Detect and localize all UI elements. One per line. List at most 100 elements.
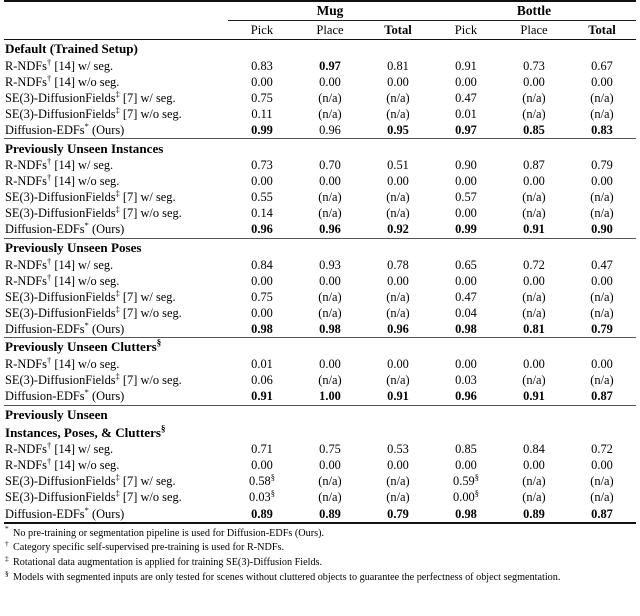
metric-cell: (n/a) xyxy=(568,90,636,106)
metric-value: 0.67 xyxy=(591,58,613,73)
metric-value: 0.75 xyxy=(251,90,273,105)
metric-cell: 0.89 xyxy=(228,506,296,523)
metric-cell: 0.00 xyxy=(296,74,364,90)
metric-value: 0.90 xyxy=(591,222,613,237)
method-suffix: [7] w/ seg. xyxy=(119,90,176,105)
metric-cell: (n/a) xyxy=(568,490,636,506)
metric-value: (n/a) xyxy=(386,490,410,505)
metric-value: 0.00 xyxy=(387,356,409,371)
metric-cell: 0.83 xyxy=(228,58,296,74)
metric-value: 0.75 xyxy=(319,442,341,457)
metric-value: 0.00 xyxy=(319,74,341,89)
metric-value: 0.47 xyxy=(455,90,477,105)
method-suffix: (Ours) xyxy=(88,123,125,138)
metric-value: 0.00 xyxy=(523,356,545,371)
metric-cell: 0.00 xyxy=(432,74,500,90)
metric-value: 0.99 xyxy=(251,123,273,138)
method-suffix: [7] w/ seg. xyxy=(119,289,176,304)
column-header-pick-3: Pick xyxy=(454,22,478,37)
metric-cell: 0.00 xyxy=(364,356,432,372)
metric-value: 0.00 xyxy=(523,273,545,288)
metric-cell: 0.96 xyxy=(296,122,364,139)
metric-cell: 0.72 xyxy=(500,257,568,273)
method-name: R-NDFs xyxy=(5,158,47,173)
table-row: R-NDFs† [14] w/ seg. 0.83 0.97 0.81 0.91 0.73… xyxy=(4,57,636,74)
metric-cell: 0.84 xyxy=(228,257,296,273)
metric-value: 0.00 xyxy=(523,174,545,189)
metric-value: 0.00 xyxy=(387,174,409,189)
method-suffix: [14] w/o seg. xyxy=(51,356,120,371)
metric-value: 0.00 xyxy=(455,356,477,371)
method-label: SE(3)-DiffusionFields‡ [7] w/o seg. xyxy=(4,304,228,321)
metric-value: 0.81 xyxy=(387,58,409,73)
method-name: Diffusion-EDFs xyxy=(5,321,85,336)
metric-cell: (n/a) xyxy=(500,106,568,122)
column-header-row: Pick Place Total Pick Place Total xyxy=(4,21,636,40)
metric-cell: 0.79 xyxy=(568,158,636,174)
metric-value: 0.96 xyxy=(319,222,341,237)
column-header-place-1: Place xyxy=(316,22,344,37)
table-row: SE(3)-DiffusionFields‡ [7] w/o seg. 0.11 (… xyxy=(4,106,636,122)
section-title: Previously Unseen Clutters§ xyxy=(4,338,636,356)
metric-cell: 0.00 xyxy=(228,458,296,474)
method-suffix: (Ours) xyxy=(88,321,125,336)
metric-value: (n/a) xyxy=(522,305,546,320)
section-title-text: Previously Unseen Instances xyxy=(5,140,164,156)
column-header-place-4: Place xyxy=(520,22,548,37)
metric-cell: (n/a) xyxy=(500,474,568,490)
metric-cell: 0.93 xyxy=(296,257,364,273)
metric-value: 0.78 xyxy=(387,257,409,272)
metric-value: 0.00 xyxy=(319,458,341,473)
method-suffix: [7] w/ seg. xyxy=(119,190,176,205)
metric-value: 0.79 xyxy=(591,321,613,336)
metric-cell: 0.75 xyxy=(228,90,296,106)
metric-value: (n/a) xyxy=(318,373,342,387)
metric-cell: 0.57 xyxy=(432,190,500,206)
metric-cell: 0.92 xyxy=(364,222,432,239)
method-name: Diffusion-EDFs xyxy=(5,222,85,237)
metric-cell: (n/a) xyxy=(364,106,432,122)
metric-value: (n/a) xyxy=(522,373,546,387)
metric-cell: 0.98 xyxy=(228,321,296,338)
metric-value: (n/a) xyxy=(590,474,614,489)
metric-value: (n/a) xyxy=(386,373,410,387)
method-label: SE(3)-DiffusionFields‡ [7] w/o seg. xyxy=(4,106,228,122)
metric-cell: 0.06 xyxy=(228,372,296,388)
method-name: R-NDFs xyxy=(5,273,47,288)
results-table-figure: Mug Bottle Pick Place Total Pick Place Total Def… xyxy=(0,0,640,586)
table-row: R-NDFs† [14] w/ seg. 0.84 0.93 0.78 0.65 0.72… xyxy=(4,256,636,273)
metric-cell: 0.00 xyxy=(364,273,432,289)
metric-superscript: § xyxy=(270,488,275,499)
method-name: Diffusion-EDFs xyxy=(5,506,85,521)
metric-cell: 0.83 xyxy=(568,122,636,139)
results-table: Mug Bottle Pick Place Total Pick Place Total Def… xyxy=(4,0,636,525)
metric-cell: 0.98 xyxy=(432,321,500,338)
metric-value: 0.90 xyxy=(455,158,477,173)
metric-cell: 0.01 xyxy=(432,106,500,122)
metric-value: (n/a) xyxy=(590,305,614,320)
metric-value: (n/a) xyxy=(522,106,546,121)
method-name: R-NDFs xyxy=(5,356,47,371)
metric-cell: (n/a) xyxy=(568,474,636,490)
metric-value: 0.00 xyxy=(319,273,341,288)
metric-cell: (n/a) xyxy=(296,90,364,106)
metric-cell: 0.04 xyxy=(432,305,500,321)
metric-cell: 0.00 xyxy=(228,273,296,289)
table-row: R-NDFs† [14] w/ seg. 0.71 0.75 0.53 0.85 0.84… xyxy=(4,441,636,458)
metric-value: 0.51 xyxy=(387,158,409,173)
table-row: R-NDFs† [14] w/o seg. 0.00 0.00 0.00 0.00 0.0… xyxy=(4,73,636,90)
metric-value: 0.53 xyxy=(387,442,409,457)
table-row: Diffusion-EDFs* (Ours) 0.96 0.96 0.92 0.99 0.… xyxy=(4,221,636,239)
metric-cell: (n/a) xyxy=(568,289,636,305)
metric-value: 0.57 xyxy=(455,190,477,205)
metric-cell: 0.00 xyxy=(500,458,568,474)
table-row: Diffusion-EDFs* (Ours) 0.99 0.96 0.95 0.97 0.… xyxy=(4,122,636,139)
section-title-superscript: § xyxy=(156,338,162,349)
metric-value: 0.70 xyxy=(319,158,341,173)
method-suffix: [14] w/ seg. xyxy=(51,442,114,457)
method-name: R-NDFs xyxy=(5,458,47,473)
metric-cell: 0.00 xyxy=(296,174,364,190)
method-suffix: [14] w/o seg. xyxy=(51,273,120,288)
method-suffix: [7] w/ seg. xyxy=(119,474,176,489)
metric-value: 0.98 xyxy=(251,321,273,336)
